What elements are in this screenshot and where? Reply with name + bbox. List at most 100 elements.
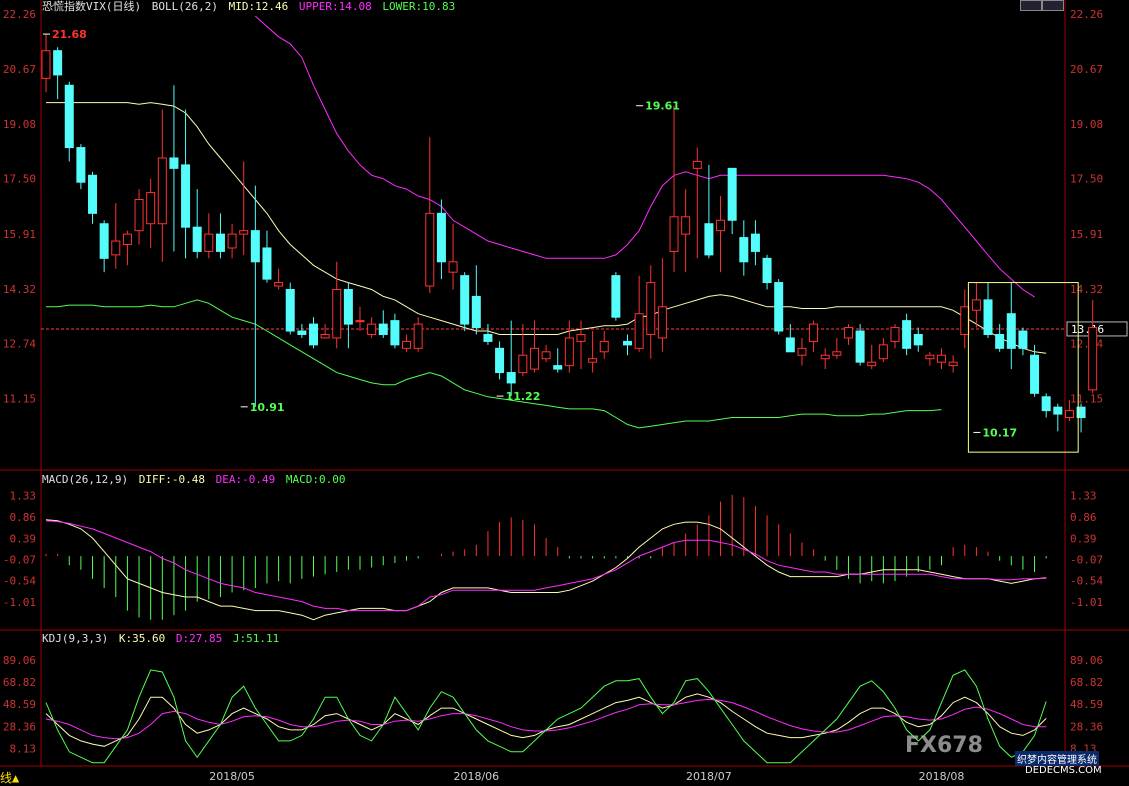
candle-body bbox=[774, 282, 784, 332]
period-text: 线 bbox=[0, 771, 13, 785]
macd-dea-label: DEA:-0.49 bbox=[215, 473, 276, 486]
x-axis-label: 2018/07 bbox=[686, 770, 732, 783]
candle-body bbox=[646, 282, 656, 335]
candle-body bbox=[448, 261, 458, 273]
candle-body bbox=[716, 219, 726, 232]
price-tick-right: 11.15 bbox=[1070, 393, 1103, 406]
price-tick-right: 12.74 bbox=[1070, 337, 1103, 350]
kdj-tick-left: 68.82 bbox=[3, 676, 36, 689]
candle-body bbox=[215, 233, 225, 252]
candle-body bbox=[343, 288, 353, 325]
candle-body bbox=[297, 330, 307, 335]
candle-body bbox=[983, 299, 993, 335]
candle-body bbox=[692, 160, 702, 169]
candle-body bbox=[169, 157, 179, 169]
candle-body bbox=[88, 174, 98, 214]
macd-tick-right: 1.33 bbox=[1070, 490, 1097, 503]
kdj-tick-right: 68.82 bbox=[1070, 676, 1103, 689]
candle-body bbox=[843, 327, 853, 339]
kdj-k-line bbox=[45, 693, 1047, 747]
price-tick-right: 15.91 bbox=[1070, 228, 1103, 241]
kdj-tick-right: 89.06 bbox=[1070, 654, 1103, 667]
macd-tick-right: 0.86 bbox=[1070, 511, 1097, 524]
boll-indicator-name: BOLL(26,2) bbox=[151, 0, 218, 13]
boll-upper-label: UPPER:14.08 bbox=[298, 0, 372, 13]
candle-body bbox=[122, 233, 132, 245]
candle-body bbox=[192, 226, 202, 252]
price-annotation: 21.68 bbox=[52, 28, 87, 41]
candle-body bbox=[413, 323, 423, 349]
candle-body bbox=[262, 247, 272, 280]
watermark-fx678: FX678 bbox=[905, 733, 983, 758]
candle-body bbox=[878, 344, 888, 360]
candle-body bbox=[553, 365, 563, 370]
arrow-up-icon: ▲ bbox=[12, 771, 20, 785]
macd-tick-right: -1.01 bbox=[1070, 596, 1103, 609]
candle-body bbox=[681, 216, 691, 235]
macd-tick-left: 0.39 bbox=[10, 532, 37, 545]
candle-body bbox=[588, 358, 598, 363]
candle-body bbox=[157, 157, 167, 225]
price-tick-left: 12.74 bbox=[3, 337, 36, 350]
candle-body bbox=[948, 361, 958, 367]
candle-body bbox=[506, 372, 516, 384]
candle-body bbox=[529, 347, 539, 370]
candle-body bbox=[785, 337, 795, 353]
price-annotation: 10.91 bbox=[250, 401, 285, 414]
candle-body bbox=[76, 147, 86, 183]
macd-diff-label: DIFF:-0.48 bbox=[138, 473, 205, 486]
candle-body bbox=[669, 216, 679, 252]
candle-body bbox=[460, 275, 470, 325]
macd-diff-line bbox=[45, 519, 1047, 621]
candle-body bbox=[146, 192, 156, 225]
candle-body bbox=[576, 333, 586, 342]
watermark-dede-cn: 织梦内容管理系统 bbox=[1015, 751, 1099, 766]
vix-chart-svg: 22.26 22.26 20.67 20.67 19.08 19.08 17.50 17.50… bbox=[0, 0, 1129, 783]
candle-body bbox=[274, 282, 284, 287]
candle-body bbox=[227, 233, 237, 249]
candle-body bbox=[739, 237, 749, 263]
candle-body bbox=[867, 361, 877, 367]
price-tick-right: 19.08 bbox=[1070, 118, 1103, 131]
period-label[interactable]: 线▲ bbox=[0, 769, 19, 786]
candle-body bbox=[762, 257, 772, 284]
candle-body bbox=[925, 354, 935, 360]
price-tick-left: 14.32 bbox=[3, 283, 36, 296]
candle-body bbox=[937, 354, 947, 363]
candle-body bbox=[41, 50, 51, 79]
macd-header: MACD(26,12,9) DIFF:-0.48 DEA:-0.49 MACD:… bbox=[42, 473, 349, 486]
price-tick-left: 19.08 bbox=[3, 118, 36, 131]
macd-tick-right: 0.39 bbox=[1070, 532, 1097, 545]
candle-body bbox=[1030, 354, 1040, 394]
candle-body bbox=[518, 354, 528, 374]
price-tick-right: 17.50 bbox=[1070, 173, 1103, 186]
kdj-tick-left: 28.36 bbox=[3, 720, 36, 733]
candle-body bbox=[960, 306, 970, 335]
candle-body bbox=[483, 333, 493, 342]
boll-header: 恐慌指数VIX(日线) BOLL(26,2) MID:12.46 UPPER:1… bbox=[42, 0, 459, 14]
boll-upper-line bbox=[254, 15, 1035, 298]
kdj-j-label: J:51.11 bbox=[232, 632, 280, 645]
candle-body bbox=[599, 340, 609, 353]
candle-body bbox=[320, 333, 330, 339]
kdj-tick-left: 48.59 bbox=[3, 698, 36, 711]
toolbar-icon-1[interactable] bbox=[1020, 0, 1042, 11]
macd-indicator-name: MACD(26,12,9) bbox=[42, 473, 129, 486]
price-tick-right: 14.32 bbox=[1070, 283, 1103, 296]
candle-body bbox=[902, 320, 912, 349]
price-tick-left: 20.67 bbox=[3, 63, 36, 76]
toolbar-icon-2[interactable] bbox=[1042, 0, 1064, 11]
candle-body bbox=[541, 351, 551, 360]
macd-tick-left: 1.33 bbox=[10, 490, 37, 503]
candle-body bbox=[809, 323, 819, 342]
candle-body bbox=[1088, 327, 1098, 391]
x-axis-label: 2018/05 bbox=[209, 770, 255, 783]
price-tick-right: 20.67 bbox=[1070, 63, 1103, 76]
kdj-tick-left: 8.13 bbox=[10, 742, 37, 755]
candle-body bbox=[634, 313, 644, 349]
candle-body bbox=[425, 212, 435, 287]
kdj-header: KDJ(9,3,3) K:35.60 D:27.85 J:51.11 bbox=[42, 632, 283, 645]
macd-tick-left: -0.54 bbox=[3, 575, 36, 588]
candle-body bbox=[1006, 313, 1016, 349]
macd-tick-left: 0.86 bbox=[10, 511, 37, 524]
